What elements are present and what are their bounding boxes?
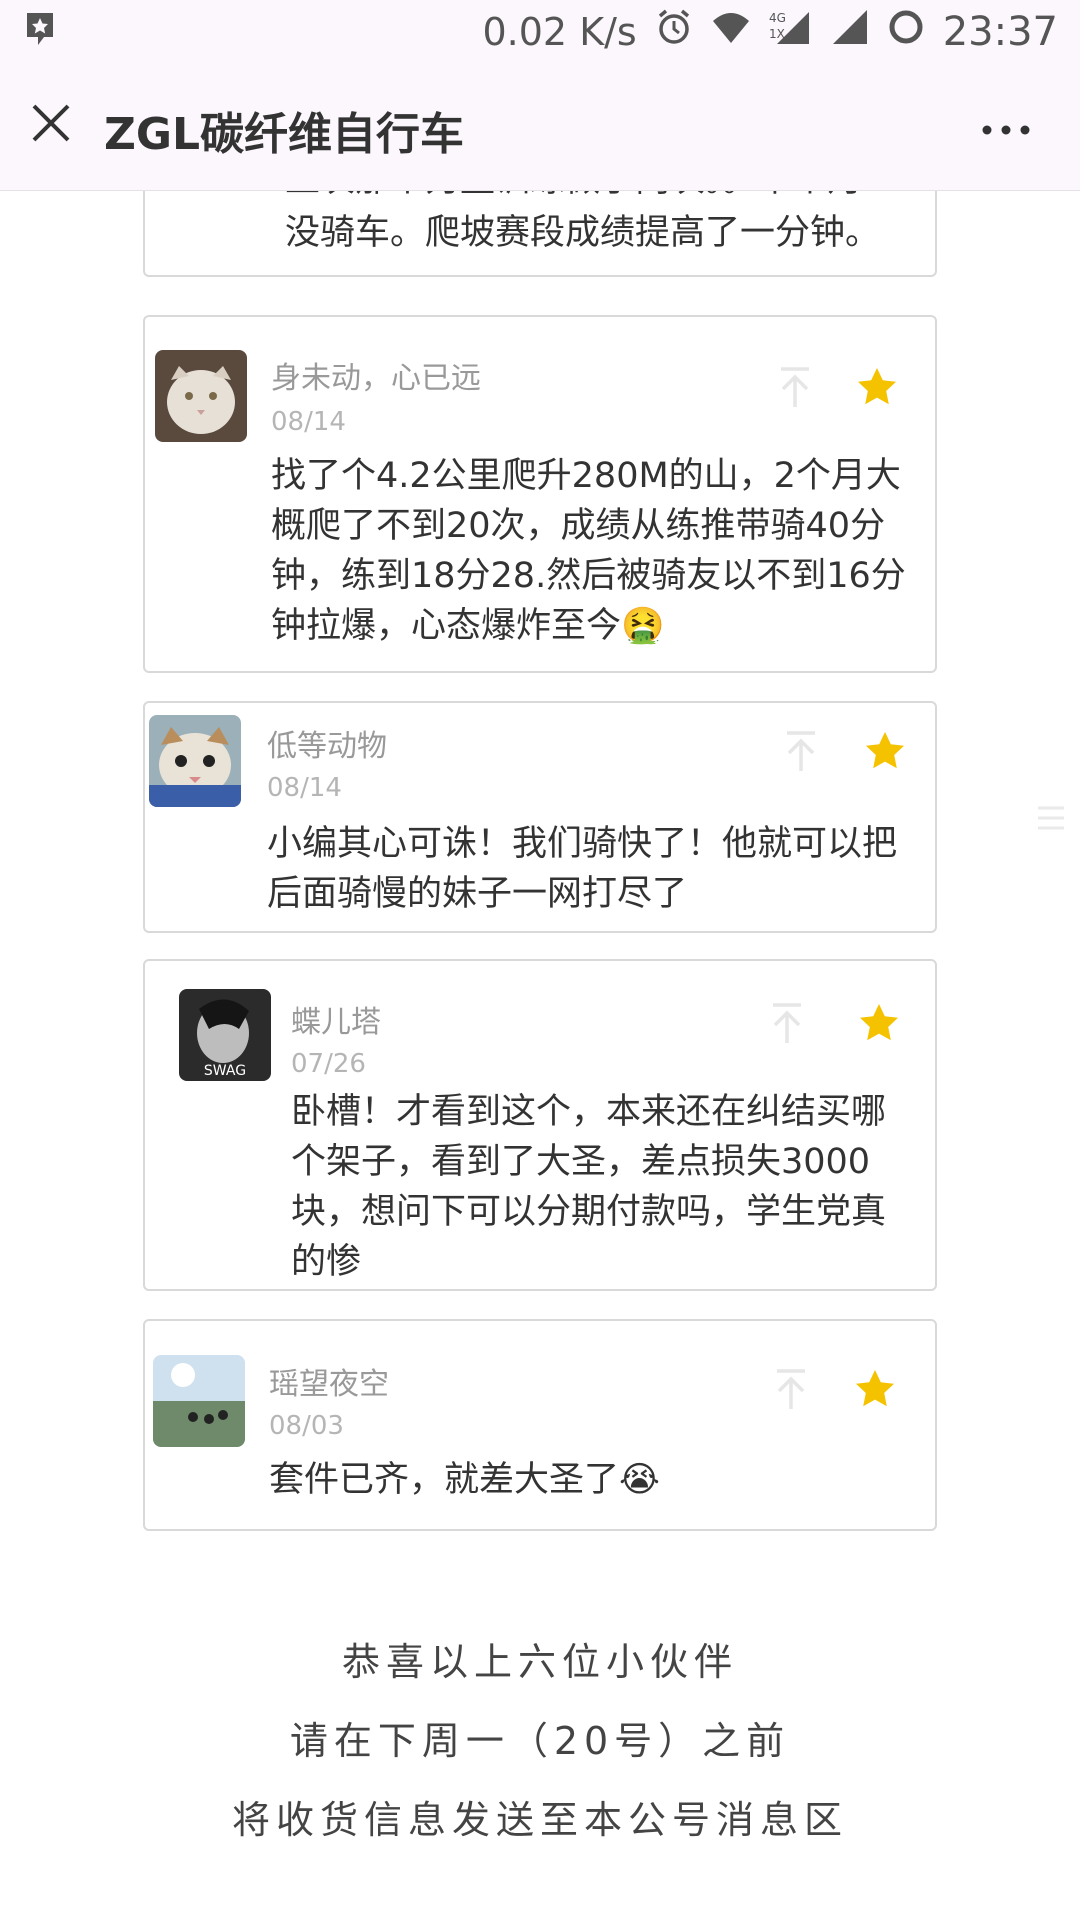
close-icon[interactable] bbox=[30, 102, 72, 148]
alarm-icon bbox=[655, 8, 693, 55]
comment-date: 07/26 bbox=[291, 1049, 366, 1079]
comment-card: 瑶望夜空 08/03 套件已齐，就差大圣了😭 bbox=[143, 1319, 937, 1531]
comment-card: 低等动物 08/14 小编其心可诛！我们骑快了！他就可以把后面骑慢的妹子一网打尽… bbox=[143, 701, 937, 933]
commenter-name: 低等动物 bbox=[267, 729, 387, 764]
comment-card: SWAG 蝶儿塔 07/26 卧槽！才看到这个，本来还在纠结买哪个架子，看到了大… bbox=[143, 959, 937, 1291]
pin-to-top-icon[interactable] bbox=[767, 1001, 807, 1045]
clock-time: 23:37 bbox=[942, 8, 1058, 55]
footer-congrats: 恭喜以上六位小伙伴 bbox=[341, 1640, 738, 1684]
avatar bbox=[155, 350, 247, 442]
pin-to-top-icon[interactable] bbox=[771, 1367, 811, 1411]
status-bar: 0.02 K/s 4G 1X 23:37 bbox=[0, 0, 1080, 64]
commenter-name: 身未动，心已远 bbox=[271, 361, 481, 396]
scroll-handle-icon[interactable] bbox=[1036, 798, 1066, 842]
avatar: SWAG bbox=[179, 989, 271, 1081]
comment-date: 08/14 bbox=[267, 773, 342, 803]
avatar bbox=[153, 1355, 245, 1447]
network-type-4g: 4G bbox=[769, 11, 786, 25]
footer-instruction: 将收货信息发送至本公号消息区 bbox=[231, 1798, 848, 1842]
comment-date: 08/03 bbox=[269, 1411, 344, 1441]
pin-to-top-icon[interactable] bbox=[781, 729, 821, 773]
comment-text: 找了个4.2公里爬升280M的山，2个月大概爬了不到20次，成绩从练推带骑40分… bbox=[271, 451, 911, 651]
star-icon[interactable] bbox=[863, 729, 907, 773]
commenter-name: 蝶儿塔 bbox=[291, 1005, 381, 1040]
emoji-icon: 😭 bbox=[619, 1460, 660, 1500]
comment-date: 08/14 bbox=[271, 407, 346, 437]
mobile-signal-icon: 4G 1X bbox=[769, 8, 813, 55]
network-type-1x: 1X bbox=[769, 27, 785, 41]
comment-text: 套件已齐，就差大圣了😭 bbox=[269, 1455, 909, 1505]
comment-card: 身未动，心已远 08/14 找了个4.2公里爬升280M的山，2个月大概爬了不到… bbox=[143, 315, 937, 673]
star-icon[interactable] bbox=[855, 365, 899, 409]
footer-deadline: 请在下周一（20号）之前 bbox=[289, 1719, 791, 1763]
star-icon[interactable] bbox=[857, 1001, 901, 1045]
comment-text: 没骑车。爬坡赛段成绩提高了一分钟。 bbox=[285, 213, 881, 253]
signal-strength-icon bbox=[831, 8, 869, 55]
page-title: ZGL碳纤维自行车 bbox=[104, 109, 465, 160]
emoji-icon: 🤮 bbox=[621, 606, 665, 646]
title-bar: ZGL碳纤维自行车 bbox=[0, 64, 1080, 191]
net-speed: 0.02 K/s bbox=[482, 9, 637, 54]
comment-card-partial: 上次那个力量训练做了两次。。半个月 没骑车。爬坡赛段成绩提高了一分钟。 bbox=[143, 191, 937, 277]
pin-to-top-icon[interactable] bbox=[775, 365, 815, 409]
comment-text-cut-line: 上次那个力量训练做了两次。。半个月 bbox=[285, 191, 925, 205]
comments-content[interactable]: 上次那个力量训练做了两次。。半个月 没骑车。爬坡赛段成绩提高了一分钟。 身未动，… bbox=[0, 191, 1080, 1920]
comment-body: 套件已齐，就差大圣了 bbox=[269, 1460, 620, 1500]
commenter-name: 瑶望夜空 bbox=[269, 1367, 389, 1402]
wifi-icon bbox=[711, 10, 751, 54]
avatar bbox=[149, 715, 241, 807]
comment-body: 找了个4.2公里爬升280M的山，2个月大概爬了不到20次，成绩从练推带骑40分… bbox=[271, 456, 906, 646]
comment-text: 小编其心可诛！我们骑快了！他就可以把后面骑慢的妹子一网打尽了 bbox=[267, 824, 898, 914]
avatar-swag-text: SWAG bbox=[204, 1063, 246, 1079]
battery-ring-icon bbox=[887, 8, 925, 55]
app-notification-icon bbox=[24, 10, 56, 59]
more-options-icon[interactable] bbox=[982, 120, 1030, 139]
comment-text: 卧槽！才看到这个，本来还在纠结买哪个架子，看到了大圣，差点损失3000块，想问下… bbox=[291, 1092, 887, 1282]
star-icon[interactable] bbox=[853, 1367, 897, 1411]
